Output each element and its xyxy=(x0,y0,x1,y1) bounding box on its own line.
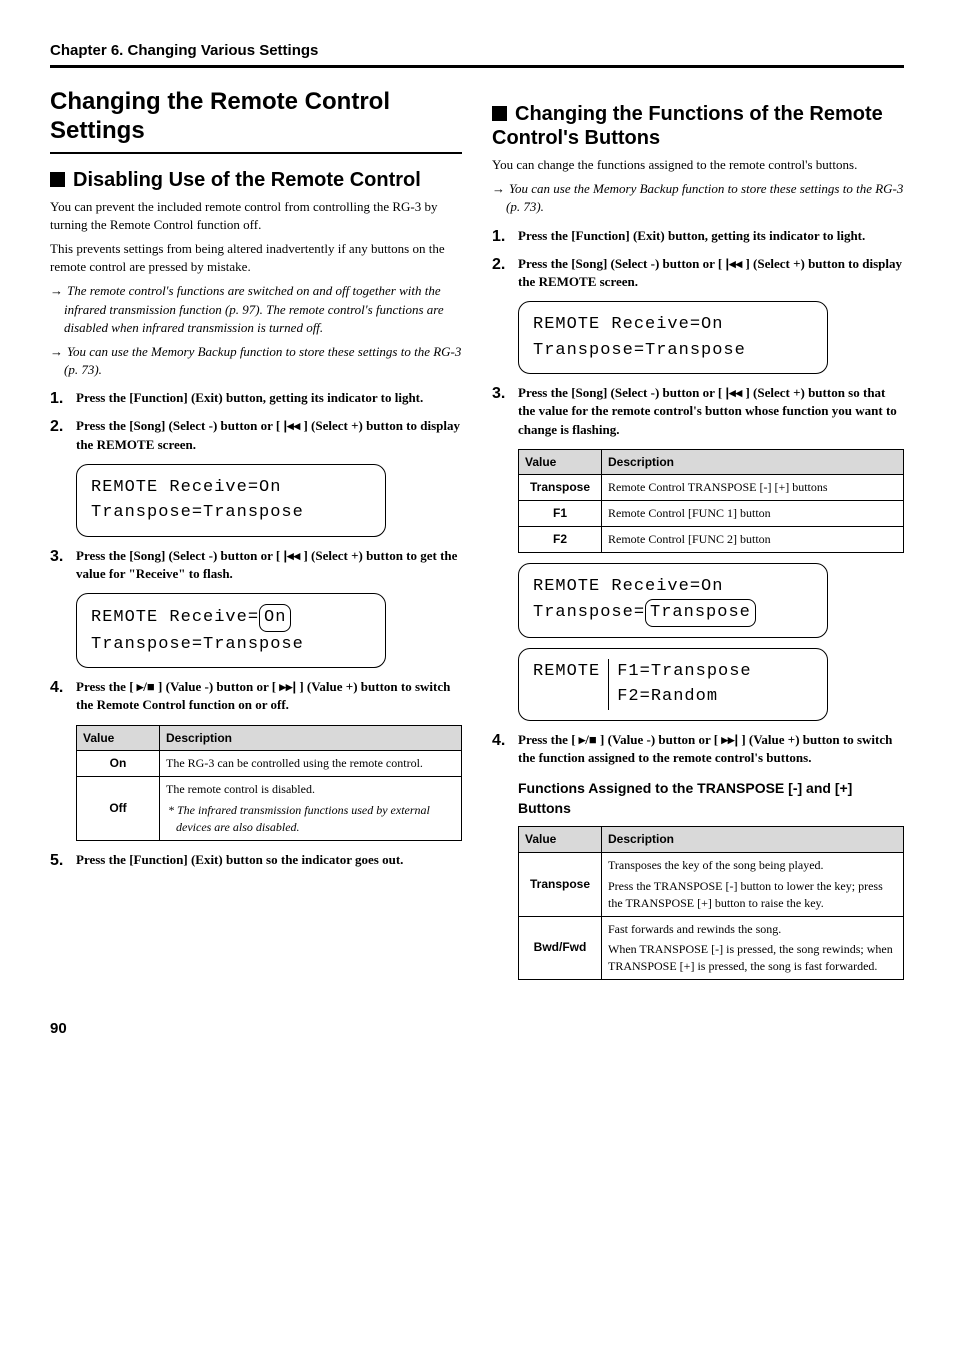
note-item: →The remote control's functions are swit… xyxy=(64,282,462,337)
lcd-display: REMOTE F1=Transpose F2=Random xyxy=(518,648,828,721)
table-row: Off The remote control is disabled. * Th… xyxy=(77,777,462,840)
step-2: 2.Press the [Song] (Select -) button or … xyxy=(492,255,904,291)
note-item: →You can use the Memory Backup function … xyxy=(64,343,462,379)
table-row: Transpose Transposes the key of the song… xyxy=(519,853,904,916)
step-3: 3.Press the [Song] (Select -) button or … xyxy=(492,384,904,439)
table-row: Bwd/Fwd Fast forwards and rewinds the so… xyxy=(519,916,904,979)
lcd-display: REMOTE Receive=On Transpose=Transpose xyxy=(518,563,828,638)
note-item: →You can use the Memory Backup function … xyxy=(506,180,904,216)
right-column: Changing the Functions of the Remote Con… xyxy=(492,88,904,988)
table-header: Description xyxy=(160,725,462,751)
lcd-display: REMOTE Receive=On Transpose=Transpose xyxy=(76,593,386,668)
step-4: 4.Press the [ ▸/■ ] (Value -) button or … xyxy=(50,678,462,714)
table-header: Value xyxy=(77,725,160,751)
table-row: Transpose Remote Control TRANSPOSE [-] [… xyxy=(519,475,904,501)
value-table: Value Description On The RG-3 can be con… xyxy=(76,725,462,841)
step-3: 3.Press the [Song] (Select -) button or … xyxy=(50,547,462,583)
next-icon: ▸▸ xyxy=(279,679,292,694)
lcd-display: REMOTE Receive=On Transpose=Transpose xyxy=(76,464,386,537)
step-5: 5.Press the [Function] (Exit) button so … xyxy=(50,851,462,869)
paragraph: You can prevent the included remote cont… xyxy=(50,198,462,234)
next-icon: ▸▸ xyxy=(721,732,734,747)
paragraph: This prevents settings from being altere… xyxy=(50,240,462,276)
content-columns: Changing the Remote Control Settings Dis… xyxy=(50,88,904,988)
chapter-header: Chapter 6. Changing Various Settings xyxy=(50,40,904,61)
table-header: Description xyxy=(602,827,904,853)
table-row: F2 Remote Control [FUNC 2] button xyxy=(519,527,904,553)
left-column: Changing the Remote Control Settings Dis… xyxy=(50,88,462,988)
paragraph: You can change the functions assigned to… xyxy=(492,156,904,174)
page-number: 90 xyxy=(50,1018,904,1039)
step-1: 1.Press the [Function] (Exit) button, ge… xyxy=(492,227,904,245)
main-title: Changing the Remote Control Settings xyxy=(50,88,462,146)
table-row: F1 Remote Control [FUNC 1] button xyxy=(519,501,904,527)
table-header: Value xyxy=(519,449,602,475)
value-table: Value Description Transpose Remote Contr… xyxy=(518,449,904,553)
functions-heading: Functions Assigned to the TRANSPOSE [-] … xyxy=(518,779,904,818)
step-1: 1.Press the [Function] (Exit) button, ge… xyxy=(50,389,462,407)
divider xyxy=(50,65,904,68)
prev-icon: ◂◂ xyxy=(287,418,300,433)
prev-icon: ◂◂ xyxy=(729,256,742,271)
table-header: Description xyxy=(602,449,904,475)
divider xyxy=(50,152,462,154)
playstop-icon: ▸/■ xyxy=(137,679,155,694)
functions-table: Value Description Transpose Transposes t… xyxy=(518,826,904,980)
section-title: Disabling Use of the Remote Control xyxy=(50,168,462,192)
step-4: 4.Press the [ ▸/■ ] (Value -) button or … xyxy=(492,731,904,767)
prev-icon: ◂◂ xyxy=(729,385,742,400)
table-row: On The RG-3 can be controlled using the … xyxy=(77,751,462,777)
step-2: 2.Press the [Song] (Select -) button or … xyxy=(50,417,462,453)
playstop-icon: ▸/■ xyxy=(579,732,597,747)
table-header: Value xyxy=(519,827,602,853)
lcd-display: REMOTE Receive=On Transpose=Transpose xyxy=(518,301,828,374)
prev-icon: ◂◂ xyxy=(287,548,300,563)
section-title: Changing the Functions of the Remote Con… xyxy=(492,102,904,150)
